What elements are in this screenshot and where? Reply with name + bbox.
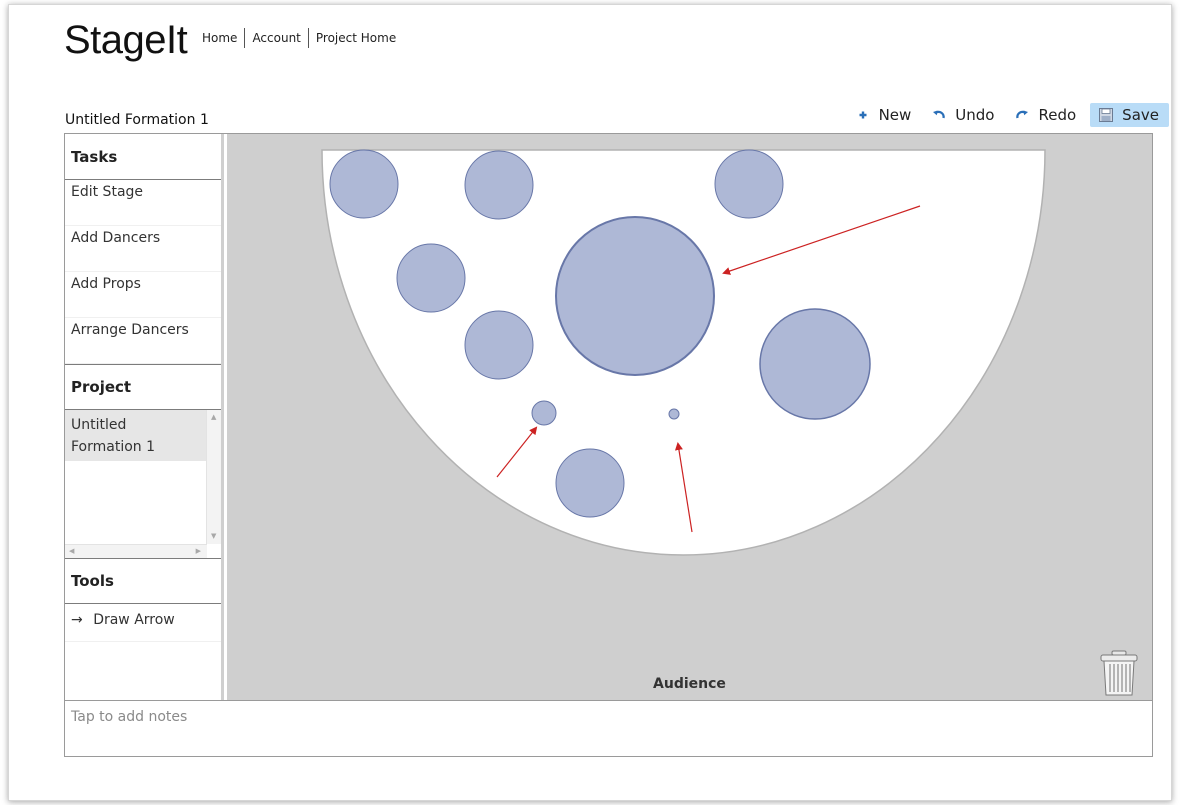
redo-button[interactable]: Redo: [1008, 103, 1082, 127]
dancer-circle[interactable]: [464, 150, 534, 220]
trash-icon[interactable]: [1096, 649, 1142, 697]
stage-drawing: [321, 149, 1046, 556]
tasks-header: Tasks: [65, 134, 221, 180]
stage-canvas[interactable]: Audience: [227, 134, 1152, 700]
scroll-left-icon[interactable]: ◀: [69, 548, 74, 555]
dancer-circle[interactable]: [396, 243, 466, 313]
redo-icon: [1014, 107, 1030, 123]
toolbar: New Undo Redo Save: [841, 103, 1169, 127]
save-icon: [1098, 107, 1114, 123]
project-item-untitled-formation[interactable]: Untitled Formation 1: [65, 410, 207, 461]
new-button[interactable]: New: [849, 103, 918, 127]
tasks-list: Edit Stage Add Dancers Add Props Arrange…: [65, 180, 221, 364]
project-list: Untitled Formation 1 ▲ ▼ ◀ ▶: [65, 410, 221, 558]
tool-draw-arrow[interactable]: → Draw Arrow: [65, 604, 221, 642]
dancer-circle[interactable]: [329, 149, 399, 219]
save-button[interactable]: Save: [1090, 103, 1169, 127]
redo-label: Redo: [1038, 106, 1077, 124]
nav-home-link[interactable]: Home: [202, 31, 244, 45]
task-add-dancers[interactable]: Add Dancers: [65, 226, 221, 272]
scroll-right-icon[interactable]: ▶: [196, 548, 201, 555]
project-item-line-2: Formation 1: [71, 439, 156, 455]
task-edit-stage[interactable]: Edit Stage: [65, 180, 221, 226]
scroll-up-icon[interactable]: ▲: [211, 414, 216, 421]
task-add-props[interactable]: Add Props: [65, 272, 221, 318]
top-nav: Home Account Project Home: [202, 28, 403, 48]
undo-button[interactable]: Undo: [925, 103, 1000, 127]
tools-header: Tools: [65, 558, 221, 604]
dancer-circle-tiny[interactable]: [668, 408, 680, 420]
sidebar: Tasks Edit Stage Add Dancers Add Props A…: [65, 134, 224, 700]
audience-label: Audience: [653, 676, 726, 692]
app-logo[interactable]: StageIt: [64, 18, 188, 63]
project-header: Project: [65, 364, 221, 410]
project-item-line-1: Untitled: [71, 417, 127, 433]
dancer-circle[interactable]: [464, 310, 534, 380]
notes-field[interactable]: Tap to add notes: [64, 701, 1153, 757]
undo-label: Undo: [955, 106, 995, 124]
dancer-circle-small[interactable]: [531, 400, 557, 426]
formation-title[interactable]: Untitled Formation 1: [65, 112, 209, 128]
nav-account-link[interactable]: Account: [245, 31, 307, 45]
dancer-circle[interactable]: [555, 448, 625, 518]
save-label: Save: [1122, 106, 1159, 124]
editor-panel: Tasks Edit Stage Add Dancers Add Props A…: [64, 133, 1153, 701]
tool-draw-arrow-label: Draw Arrow: [93, 612, 175, 628]
dancer-circle[interactable]: [714, 149, 784, 219]
project-horizontal-scrollbar[interactable]: ◀ ▶: [65, 544, 207, 558]
scroll-down-icon[interactable]: ▼: [211, 533, 216, 540]
project-vertical-scrollbar[interactable]: ▲ ▼: [206, 410, 221, 544]
nav-project-home-link[interactable]: Project Home: [309, 31, 403, 45]
dancer-circle-large[interactable]: [759, 308, 871, 420]
arrow-right-icon: →: [71, 612, 83, 628]
new-label: New: [878, 106, 912, 124]
plus-icon: [855, 107, 871, 123]
task-arrange-dancers[interactable]: Arrange Dancers: [65, 318, 221, 364]
dancer-circle-large[interactable]: [555, 216, 715, 376]
undo-icon: [931, 107, 947, 123]
